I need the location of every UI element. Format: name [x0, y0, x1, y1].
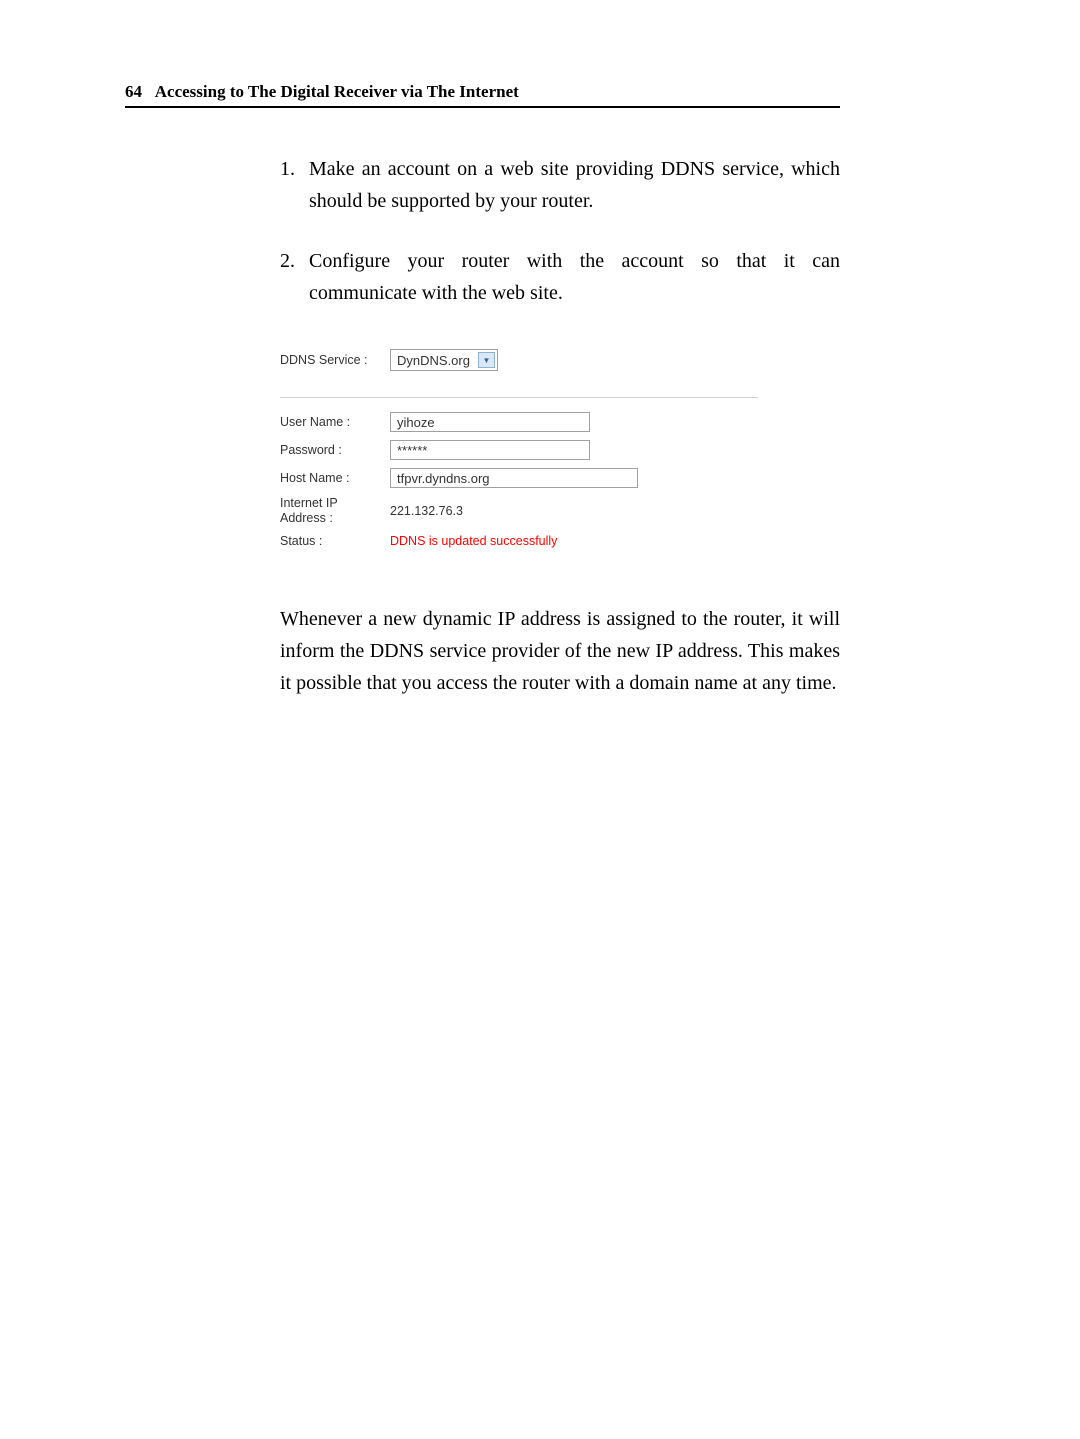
password-input[interactable]: [390, 440, 590, 460]
ip-address-label: Internet IP Address :: [280, 496, 390, 526]
user-name-input[interactable]: [390, 412, 590, 432]
host-name-label: Host Name :: [280, 471, 390, 485]
list-number-1: 1.: [280, 153, 295, 217]
body-paragraph: Whenever a new dynamic IP address is ass…: [280, 603, 840, 699]
chevron-down-icon: ▼: [478, 352, 495, 368]
page-header: 64 Accessing to The Digital Receiver via…: [125, 82, 840, 108]
status-label: Status :: [280, 534, 390, 548]
user-name-label: User Name :: [280, 415, 390, 429]
list-item-1: 1. Make an account on a web site providi…: [280, 153, 840, 217]
list-number-2: 2.: [280, 245, 295, 309]
page-title: Accessing to The Digital Receiver via Th…: [155, 82, 519, 101]
ddns-service-value: DynDNS.org: [397, 353, 470, 368]
list-item-2: 2. Configure your router with the accoun…: [280, 245, 840, 309]
password-label: Password :: [280, 443, 390, 457]
list-text-2: Configure your router with the account s…: [309, 245, 840, 309]
ddns-service-select[interactable]: DynDNS.org ▼: [390, 349, 498, 371]
ip-address-value: 221.132.76.3: [390, 504, 463, 518]
ddns-service-label: DDNS Service :: [280, 353, 390, 367]
status-value: DDNS is updated successfully: [390, 534, 557, 548]
page-number: 64: [125, 82, 142, 101]
list-text-1: Make an account on a web site providing …: [309, 153, 840, 217]
host-name-input[interactable]: [390, 468, 638, 488]
ddns-config-form: DDNS Service : DynDNS.org ▼ User Name : …: [280, 349, 840, 548]
